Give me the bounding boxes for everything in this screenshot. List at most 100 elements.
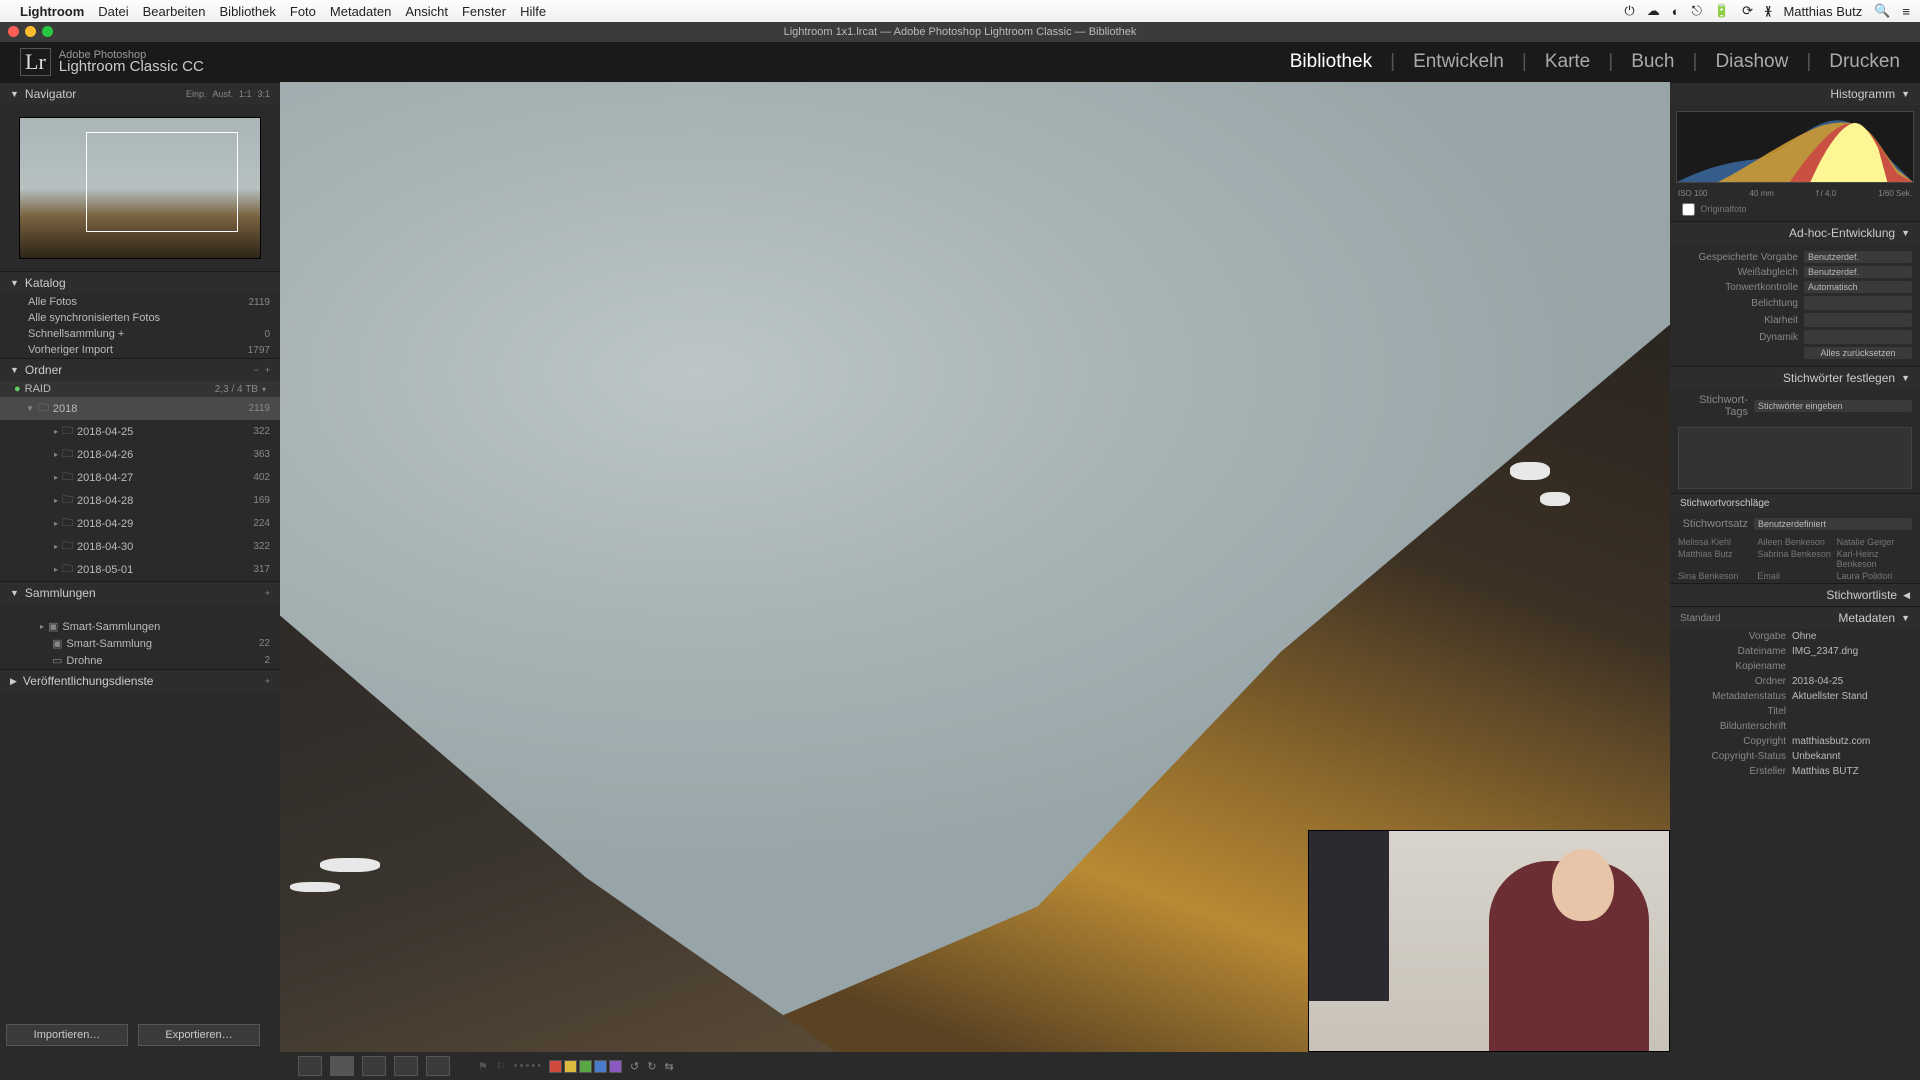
rotate-right-icon[interactable]: ↻ xyxy=(647,1060,656,1073)
navigator-header[interactable]: ▼ Navigator Einp. Ausf. 1:1 3:1 xyxy=(0,82,280,105)
module-entwickeln[interactable]: Entwickeln xyxy=(1413,51,1504,73)
sys-icon[interactable]: 🔋 xyxy=(1714,3,1730,19)
histogram-header[interactable]: Histogramm ▼ xyxy=(1670,82,1920,105)
flag-pick-icon[interactable]: ⚑ xyxy=(478,1060,488,1073)
metadata-row[interactable]: Bildunterschrift xyxy=(1670,719,1920,734)
keyword-suggestion[interactable]: Email xyxy=(1757,571,1832,581)
wb-dropdown[interactable]: Benutzerdef. xyxy=(1804,266,1912,278)
menu-bearbeiten[interactable]: Bearbeiten xyxy=(143,4,206,19)
rating-stars[interactable]: ••••• xyxy=(514,1060,541,1072)
survey-view-button[interactable] xyxy=(394,1056,418,1076)
menu-foto[interactable]: Foto xyxy=(290,4,316,19)
loupe-view[interactable] xyxy=(280,82,1670,1052)
kwlist-header[interactable]: Stichwortliste ◀ xyxy=(1670,583,1920,606)
navigator-crop-frame[interactable] xyxy=(86,132,238,232)
sys-icon[interactable]: ⎋ xyxy=(1692,3,1702,19)
metadata-row[interactable]: Copyright-StatusUnbekannt xyxy=(1670,749,1920,764)
sys-icon[interactable]: ◐ xyxy=(1672,4,1680,19)
module-karte[interactable]: Karte xyxy=(1545,51,1590,73)
catalog-row[interactable]: Alle Fotos2119 xyxy=(0,294,280,310)
folder-row[interactable]: ▸🗀2018-04-25322 xyxy=(0,420,280,443)
zoom-mode[interactable]: 3:1 xyxy=(257,89,270,99)
menu-ansicht[interactable]: Ansicht xyxy=(405,4,448,19)
metadata-row[interactable]: Kopiename xyxy=(1670,659,1920,674)
menu-bibliothek[interactable]: Bibliothek xyxy=(220,4,276,19)
disclosure-triangle-icon[interactable]: ▼ xyxy=(26,404,34,413)
tone-auto-button[interactable]: Automatisch xyxy=(1804,281,1912,293)
menu-hilfe[interactable]: Hilfe xyxy=(520,4,546,19)
disclosure-triangle-icon[interactable]: ▼ xyxy=(1901,89,1910,99)
module-buch[interactable]: Buch xyxy=(1631,51,1674,73)
minus-icon[interactable]: − xyxy=(253,365,258,375)
disclosure-triangle-icon[interactable]: ▶ xyxy=(10,676,17,687)
folder-row[interactable]: ▸🗀2018-04-30322 xyxy=(0,535,280,558)
sys-icon[interactable]: ⏻ xyxy=(1624,3,1634,19)
export-button[interactable]: Exportieren… xyxy=(138,1024,260,1046)
histogram[interactable] xyxy=(1676,111,1914,183)
disclosure-triangle-icon[interactable]: ▼ xyxy=(10,365,19,375)
keyword-textarea[interactable] xyxy=(1678,427,1912,489)
preset-dropdown[interactable]: Benutzerdef. xyxy=(1804,251,1912,263)
exposure-stepper[interactable] xyxy=(1804,296,1912,310)
app-menu[interactable]: Lightroom xyxy=(20,4,84,19)
folder-row[interactable]: ▸🗀2018-04-29224 xyxy=(0,512,280,535)
disclosure-triangle-icon[interactable]: ▼ xyxy=(10,588,19,598)
reset-button[interactable]: Alles zurücksetzen xyxy=(1804,347,1912,359)
keyword-suggestion[interactable]: Matthias Butz xyxy=(1678,549,1753,569)
module-bibliothek[interactable]: Bibliothek xyxy=(1290,51,1372,73)
module-diashow[interactable]: Diashow xyxy=(1715,51,1788,73)
disclosure-triangle-icon[interactable]: ◀ xyxy=(1903,590,1910,601)
keyword-suggestion[interactable]: Laura Polidori xyxy=(1837,571,1912,581)
metadata-row[interactable]: Copyrightmatthiasbutz.com xyxy=(1670,734,1920,749)
keyword-suggestion[interactable]: Melissa Kiehl xyxy=(1678,537,1753,547)
metadata-row[interactable]: DateinameIMG_2347.dng xyxy=(1670,644,1920,659)
disclosure-triangle-icon[interactable]: ▼ xyxy=(10,278,19,288)
metadata-row[interactable]: Ordner2018-04-25 xyxy=(1670,674,1920,689)
catalog-header[interactable]: ▼ Katalog xyxy=(0,271,280,294)
quickdev-header[interactable]: Ad-hoc-Entwicklung ▼ xyxy=(1670,221,1920,244)
keywords-header[interactable]: Stichwörter festlegen ▼ xyxy=(1670,366,1920,389)
plus-icon[interactable]: + xyxy=(265,365,270,375)
collection-row[interactable]: ▭Drohne2 xyxy=(0,652,280,669)
keyword-set-dropdown[interactable]: Benutzerdefiniert xyxy=(1754,518,1912,530)
disclosure-triangle-icon[interactable]: ▼ xyxy=(1901,613,1910,623)
disclosure-triangle-icon[interactable]: ▼ xyxy=(1901,228,1910,238)
catalog-row[interactable]: Vorheriger Import1797 xyxy=(0,342,280,358)
keyword-suggestion[interactable]: Natalie Geiger xyxy=(1837,537,1912,547)
navigator-thumbnail[interactable] xyxy=(19,117,261,259)
fullscreen-button[interactable] xyxy=(42,26,53,37)
close-button[interactable] xyxy=(8,26,19,37)
zoom-mode[interactable]: 1:1 xyxy=(239,89,252,99)
keyword-suggestion[interactable]: Aileen Benkeson xyxy=(1757,537,1832,547)
metadata-header[interactable]: Standard Metadaten ▼ xyxy=(1670,606,1920,629)
chevron-down-icon[interactable]: ▾ xyxy=(262,385,266,394)
sys-icon[interactable]: ⟳ xyxy=(1742,3,1753,19)
metadata-preset-dropdown[interactable]: Standard xyxy=(1680,613,1721,624)
volume-row[interactable]: ● RAID 2,3 / 4 TB ▾ xyxy=(0,381,280,397)
keyword-suggestion[interactable]: Sina Benkeson xyxy=(1678,571,1753,581)
rotate-left-icon[interactable]: ↺ xyxy=(630,1060,639,1073)
kw-sugg-header[interactable]: Stichwortvorschläge xyxy=(1670,493,1920,513)
people-view-button[interactable] xyxy=(426,1056,450,1076)
sync-icon[interactable]: ⇆ xyxy=(664,1060,673,1073)
keyword-suggestion[interactable]: Karl-Heinz Benkeson xyxy=(1837,549,1912,569)
vibrance-stepper[interactable] xyxy=(1804,330,1912,344)
collections-header[interactable]: ▼ Sammlungen + xyxy=(0,581,280,604)
folder-row[interactable]: ▸🗀2018-04-26363 xyxy=(0,443,280,466)
collection-row[interactable]: ▸▣Smart-Sammlungen xyxy=(0,618,280,635)
zoom-mode[interactable]: Ausf. xyxy=(212,89,233,99)
disclosure-triangle-icon[interactable]: ▼ xyxy=(1901,373,1910,383)
module-drucken[interactable]: Drucken xyxy=(1829,51,1900,73)
metadata-row[interactable]: ErstellerMatthias BUTZ xyxy=(1670,764,1920,779)
catalog-row[interactable]: Schnellsammlung +0 xyxy=(0,326,280,342)
collection-row[interactable]: ▣Smart-Sammlung22 xyxy=(0,635,280,652)
original-checkbox[interactable] xyxy=(1682,203,1695,216)
clarity-stepper[interactable] xyxy=(1804,313,1912,327)
sys-user[interactable]: Matthias Butz xyxy=(1783,4,1862,19)
spotlight-icon[interactable]: 🔍 xyxy=(1874,3,1890,19)
minimize-button[interactable] xyxy=(25,26,36,37)
compare-view-button[interactable] xyxy=(362,1056,386,1076)
menu-metadaten[interactable]: Metadaten xyxy=(330,4,391,19)
menu-icon[interactable]: ≡ xyxy=(1902,4,1910,19)
keyword-suggestion[interactable]: Sabrina Benkeson xyxy=(1757,549,1832,569)
